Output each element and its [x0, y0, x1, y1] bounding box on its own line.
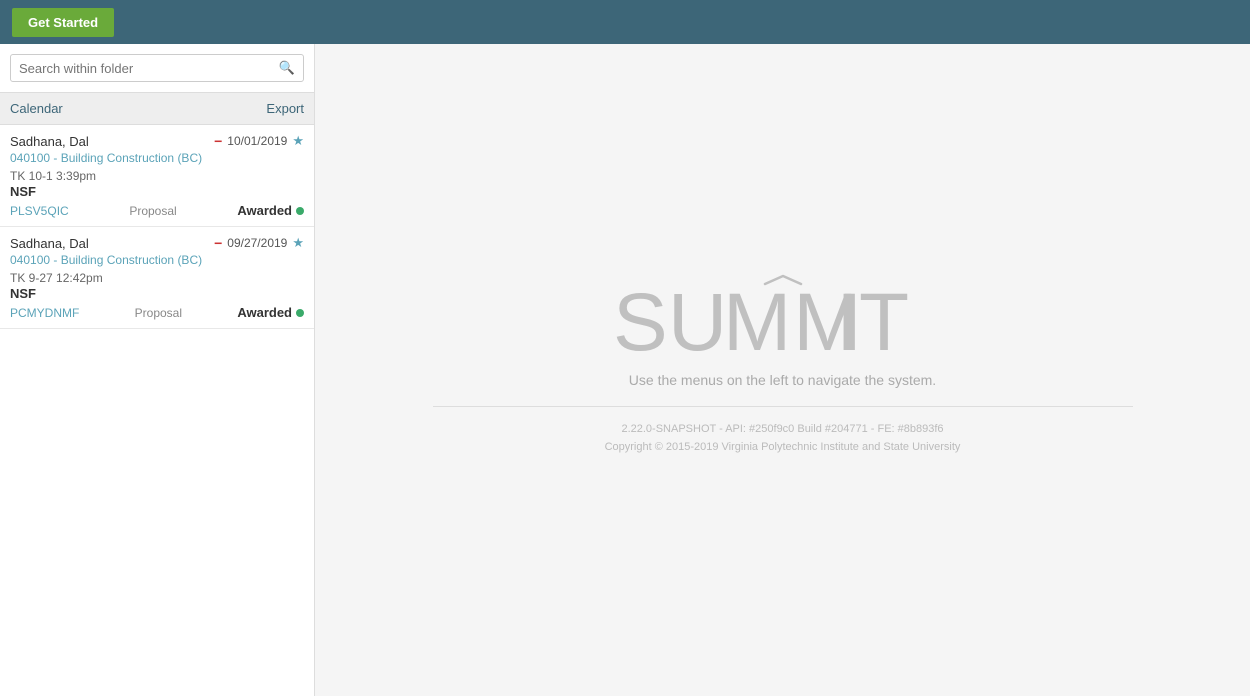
item-type: Proposal	[129, 204, 176, 218]
export-link[interactable]: Export	[266, 101, 304, 116]
status-label: Awarded	[237, 203, 292, 218]
item-sponsor: NSF	[10, 286, 304, 301]
item-sponsor: NSF	[10, 184, 304, 199]
item-status: Awarded	[237, 305, 304, 320]
search-area: 🔍	[0, 44, 314, 93]
cal-export-bar: Calendar Export	[0, 93, 314, 125]
item-date: 09/27/2019	[227, 236, 287, 250]
separator-line	[433, 406, 1133, 407]
item-status: Awarded	[237, 203, 304, 218]
sidebar: 🔍 Calendar Export Sadhana, Dal − 10/01/2…	[0, 44, 315, 696]
search-input[interactable]	[19, 61, 279, 76]
item-name: Sadhana, Dal	[10, 134, 89, 149]
item-dept: 040100 - Building Construction (BC)	[10, 151, 304, 165]
svg-text:U: U	[668, 277, 729, 364]
svg-text:T: T	[859, 277, 911, 364]
item-type: Proposal	[135, 306, 182, 320]
svg-text:I: I	[836, 277, 861, 364]
search-box: 🔍	[10, 54, 304, 82]
svg-text:S: S	[613, 277, 670, 364]
minus-icon: −	[214, 235, 222, 251]
item-code: PLSV5QIC	[10, 204, 69, 218]
item-meta-right: − 09/27/2019 ★	[214, 235, 304, 251]
version-line-2: Copyright © 2015-2019 Virginia Polytechn…	[433, 439, 1133, 457]
nav-message: Use the menus on the left to navigate th…	[433, 372, 1133, 388]
item-meta-right: − 10/01/2019 ★	[214, 133, 304, 149]
item-bottom-row: PLSV5QIC Proposal Awarded	[10, 203, 304, 218]
item-tk: TK 9-27 12:42pm	[10, 271, 304, 285]
item-header-row: Sadhana, Dal − 10/01/2019 ★	[10, 133, 304, 149]
summit-svg-logo: S U MM I T	[613, 274, 953, 364]
top-nav: Get Started	[0, 0, 1250, 44]
status-dot	[296, 207, 304, 215]
item-tk: TK 10-1 3:39pm	[10, 169, 304, 183]
list-item[interactable]: Sadhana, Dal − 09/27/2019 ★ 040100 - Bui…	[0, 227, 314, 329]
star-icon: ★	[292, 235, 304, 251]
version-info: 2.22.0-SNAPSHOT - API: #250f9c0 Build #2…	[433, 421, 1133, 456]
item-dept: 040100 - Building Construction (BC)	[10, 253, 304, 267]
version-line-1: 2.22.0-SNAPSHOT - API: #250f9c0 Build #2…	[433, 421, 1133, 439]
layout: 🔍 Calendar Export Sadhana, Dal − 10/01/2…	[0, 44, 1250, 696]
get-started-button[interactable]: Get Started	[12, 8, 114, 37]
minus-icon: −	[214, 133, 222, 149]
summit-logo: S U MM I T Use the menus on the left to …	[433, 274, 1133, 456]
status-label: Awarded	[237, 305, 292, 320]
list-item[interactable]: Sadhana, Dal − 10/01/2019 ★ 040100 - Bui…	[0, 125, 314, 227]
item-header-row: Sadhana, Dal − 09/27/2019 ★	[10, 235, 304, 251]
search-icon[interactable]: 🔍	[279, 60, 295, 76]
status-dot	[296, 309, 304, 317]
item-bottom-row: PCMYDNMF Proposal Awarded	[10, 305, 304, 320]
main-content: S U MM I T Use the menus on the left to …	[315, 44, 1250, 696]
item-name: Sadhana, Dal	[10, 236, 89, 251]
item-date: 10/01/2019	[227, 134, 287, 148]
star-icon: ★	[292, 133, 304, 149]
item-code: PCMYDNMF	[10, 306, 79, 320]
calendar-link[interactable]: Calendar	[10, 101, 63, 116]
